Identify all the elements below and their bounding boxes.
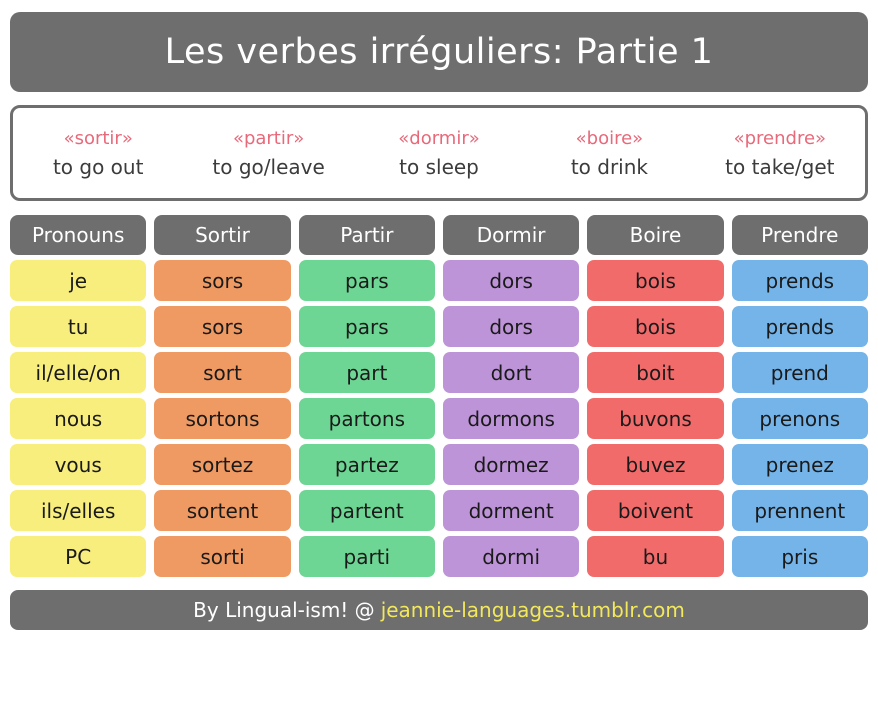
column-header-prendre: Prendre xyxy=(731,215,868,255)
conjugation-cell: dors xyxy=(442,260,580,301)
conjugation-cell: dort xyxy=(442,352,580,393)
conjugation-cell: bu xyxy=(587,536,724,577)
conjugation-cell: sortons xyxy=(154,398,291,439)
table-row: tu sors pars dors bois prends xyxy=(10,306,868,347)
conjugation-cell: dorment xyxy=(442,490,580,531)
conjugation-cell: buvez xyxy=(587,444,724,485)
pronoun-cell: PC xyxy=(10,536,147,577)
conjugation-cell: prend xyxy=(731,352,868,393)
conjugation-cell: part xyxy=(298,352,435,393)
footer-credit-label: By Lingual-ism! @ xyxy=(193,598,375,622)
legend-meaning-label: to take/get xyxy=(725,154,835,179)
table-row: ils/elles sortent partent dorment boiven… xyxy=(10,490,868,531)
conjugation-cell: prenez xyxy=(731,444,868,485)
legend-meaning-label: to drink xyxy=(570,154,648,179)
legend-item-prendre: «prendre» to take/get xyxy=(695,128,865,179)
conjugation-cell: prenons xyxy=(731,398,868,439)
footer-url-label: jeannie-languages.tumblr.com xyxy=(380,598,685,622)
footer-banner: By Lingual-ism! @ jeannie-languages.tumb… xyxy=(10,590,868,630)
conjugation-cell: prennent xyxy=(731,490,868,531)
legend-verb-label: «sortir» xyxy=(63,127,133,149)
legend-meaning-label: to go out xyxy=(52,154,144,179)
conjugation-cell: prends xyxy=(731,260,868,301)
conjugation-cell: sortez xyxy=(154,444,291,485)
conjugation-cell: partez xyxy=(298,444,435,485)
worksheet-page: Les verbes irréguliers: Partie 1 «sortir… xyxy=(0,12,878,714)
conjugation-cell: partent xyxy=(298,490,435,531)
conjugation-cell: dors xyxy=(442,306,580,347)
legend-meaning-label: to sleep xyxy=(399,154,479,179)
table-header-row: Pronouns Sortir Partir Dormir Boire Pren… xyxy=(10,215,868,255)
page-title: Les verbes irréguliers: Partie 1 xyxy=(164,32,714,72)
conjugation-cell: buvons xyxy=(587,398,724,439)
conjugation-cell: sort xyxy=(154,352,291,393)
conjugation-cell: boit xyxy=(587,352,724,393)
legend-meaning-label: to go/leave xyxy=(212,154,325,179)
conjugation-table: Pronouns Sortir Partir Dormir Boire Pren… xyxy=(10,215,868,577)
verb-translations-legend: «sortir» to go out «partir» to go/leave … xyxy=(10,105,868,201)
legend-item-boire: «boire» to drink xyxy=(524,128,694,179)
legend-item-dormir: «dormir» to sleep xyxy=(354,128,524,179)
column-header-dormir: Dormir xyxy=(442,215,580,255)
table-row: je sors pars dors bois prends xyxy=(10,260,868,301)
pronoun-cell: tu xyxy=(10,306,147,347)
conjugation-cell: bois xyxy=(587,306,724,347)
conjugation-cell: boivent xyxy=(587,490,724,531)
pronoun-cell: vous xyxy=(10,444,147,485)
column-header-boire: Boire xyxy=(587,215,724,255)
column-header-partir: Partir xyxy=(298,215,435,255)
pronoun-cell: nous xyxy=(10,398,147,439)
pronoun-cell: je xyxy=(10,260,147,301)
conjugation-cell: parti xyxy=(298,536,435,577)
conjugation-cell: dormi xyxy=(442,536,580,577)
conjugation-cell: sors xyxy=(154,260,291,301)
conjugation-cell: pris xyxy=(731,536,868,577)
conjugation-cell: bois xyxy=(587,260,724,301)
table-row: vous sortez partez dormez buvez prenez xyxy=(10,444,868,485)
conjugation-cell: dormons xyxy=(442,398,580,439)
legend-verb-label: «partir» xyxy=(232,127,305,149)
conjugation-cell: sors xyxy=(154,306,291,347)
conjugation-cell: sorti xyxy=(154,536,291,577)
conjugation-cell: pars xyxy=(298,260,435,301)
table-row: il/elle/on sort part dort boit prend xyxy=(10,352,868,393)
legend-item-partir: «partir» to go/leave xyxy=(183,128,353,179)
pronoun-cell: ils/elles xyxy=(10,490,147,531)
conjugation-cell: prends xyxy=(731,306,868,347)
conjugation-cell: pars xyxy=(298,306,435,347)
conjugation-cell: sortent xyxy=(154,490,291,531)
conjugation-cell: partons xyxy=(298,398,435,439)
conjugation-cell: dormez xyxy=(442,444,580,485)
table-row: nous sortons partons dormons buvons pren… xyxy=(10,398,868,439)
title-banner: Les verbes irréguliers: Partie 1 xyxy=(10,12,868,92)
legend-verb-label: «dormir» xyxy=(398,127,480,149)
column-header-pronouns: Pronouns xyxy=(10,215,147,255)
legend-verb-label: «prendre» xyxy=(733,127,827,149)
legend-item-sortir: «sortir» to go out xyxy=(13,128,183,179)
column-header-sortir: Sortir xyxy=(154,215,291,255)
legend-verb-label: «boire» xyxy=(575,127,644,149)
table-row: PC sorti parti dormi bu pris xyxy=(10,536,868,577)
pronoun-cell: il/elle/on xyxy=(10,352,147,393)
